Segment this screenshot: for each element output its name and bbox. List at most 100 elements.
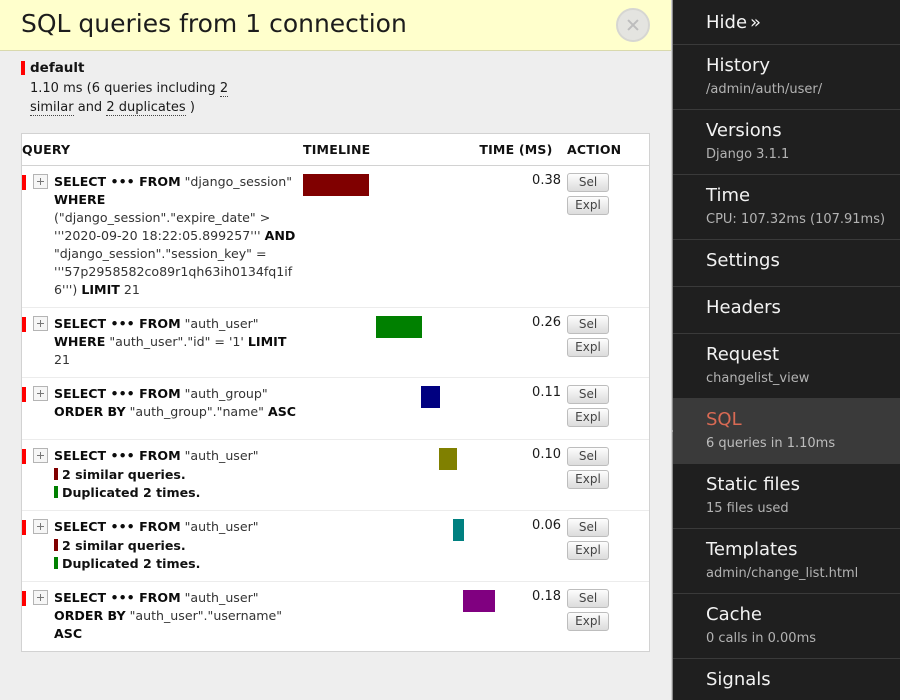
expand-query-icon[interactable] (33, 590, 48, 605)
toolbar-panel-static-files[interactable]: Static files15 files used (673, 464, 900, 529)
badge-label: Duplicated 2 times. (62, 485, 200, 500)
toolbar-panel-title: Headers (706, 296, 890, 320)
toolbar-panel-list: History/admin/auth/user/Versions Django 3… (673, 45, 900, 700)
toolbar-panel-subtitle: /admin/auth/user/ (706, 81, 890, 99)
query-color-marker (22, 520, 26, 535)
toolbar-panel-history[interactable]: History/admin/auth/user/ (673, 45, 900, 110)
expand-query-icon[interactable] (33, 174, 48, 189)
select-query-button[interactable]: Sel (567, 385, 609, 404)
query-color-marker (22, 317, 26, 332)
select-query-button[interactable]: Sel (567, 589, 609, 608)
select-query-button[interactable]: Sel (567, 315, 609, 334)
toolbar-panel-subtitle: CPU: 107.32ms (107.91ms) (706, 211, 890, 229)
sql-keyword: WHERE (54, 334, 105, 349)
query-badges: 2 similar queries. Duplicated 2 times. (54, 537, 297, 573)
toolbar-panel-time[interactable]: Time CPU: 107.32ms (107.91ms) (673, 175, 900, 240)
sql-keyword: ••• (106, 448, 139, 463)
query-time-value: 0.26 (479, 308, 567, 378)
toolbar-panel-title: Request (706, 343, 890, 367)
toolbar-panel-title: Versions (706, 119, 890, 143)
badge-label: 2 similar queries. (62, 538, 186, 553)
toolbar-panel-settings[interactable]: Settings (673, 240, 900, 287)
toolbar-panel-sql[interactable]: SQL6 queries in 1.10ms (673, 399, 900, 464)
explain-query-button[interactable]: Expl (567, 612, 609, 631)
query-sql-text: SELECT ••• FROM "auth_user" WHERE "auth_… (54, 315, 297, 369)
hide-toolbar-button[interactable]: Hide» (673, 0, 900, 45)
sql-fragment: "auth_group"."name" (126, 404, 268, 419)
sql-fragment: ("django_session"."expire_date" > '''202… (54, 210, 270, 243)
sql-fragment: "auth_user" (181, 590, 259, 605)
sql-fragment: "auth_user"."id" = '1' (105, 334, 248, 349)
timeline-bar (421, 386, 440, 408)
sql-keyword: SELECT (54, 519, 106, 534)
explain-query-button[interactable]: Expl (567, 196, 609, 215)
select-query-button[interactable]: Sel (567, 447, 609, 466)
table-row: SELECT ••• FROM "auth_user" ORDER BY "au… (22, 582, 649, 652)
similar-bar-icon (54, 539, 58, 551)
table-body: SELECT ••• FROM "django_session" WHERE (… (22, 166, 649, 652)
explain-query-button[interactable]: Expl (567, 470, 609, 489)
sql-keyword: ••• (106, 519, 139, 534)
expand-query-icon[interactable] (33, 519, 48, 534)
sql-panel-header: SQL queries from 1 connection (0, 0, 671, 51)
toolbar-panel-subtitle: changelist_view (706, 370, 890, 388)
page-title: SQL queries from 1 connection (21, 9, 407, 38)
toolbar-panel-subtitle: admin/change_list.html (706, 565, 890, 583)
sql-fragment: "auth_group" (181, 386, 268, 401)
connection-name: default (21, 60, 671, 77)
query-time-value: 0.11 (479, 378, 567, 440)
expand-query-icon[interactable] (33, 386, 48, 401)
sql-keyword: LIMIT (248, 334, 287, 349)
action-cell: Sel Expl (567, 308, 649, 378)
explain-query-button[interactable]: Expl (567, 541, 609, 560)
query-color-marker (22, 175, 26, 190)
sql-fragment: "auth_user"."username" (126, 608, 283, 623)
query-badges: 2 similar queries. Duplicated 2 times. (54, 466, 297, 502)
duplicate-queries-link[interactable]: 2 duplicates (106, 100, 185, 116)
sql-fragment: 21 (54, 352, 70, 367)
sql-keyword: ORDER BY (54, 608, 126, 623)
sql-keyword: AND (265, 228, 296, 243)
close-icon[interactable] (616, 8, 650, 42)
action-cell: Sel Expl (567, 582, 649, 652)
toolbar-panel-cache[interactable]: Cache0 calls in 0.00ms (673, 594, 900, 659)
toolbar-panel-title: Time (706, 184, 890, 208)
timeline-cell (303, 166, 479, 308)
timeline-bar (439, 448, 457, 470)
expand-query-icon[interactable] (33, 448, 48, 463)
sql-keyword: ••• (106, 316, 139, 331)
query-time-value: 0.38 (479, 166, 567, 308)
stats-middle: and (74, 100, 107, 115)
table-head: QUERY TIMELINE TIME (MS) ACTION (22, 134, 649, 166)
toolbar-panel-signals[interactable]: Signals (673, 659, 900, 700)
similar-bar-icon (54, 468, 58, 480)
toolbar-panel-request[interactable]: Request changelist_view (673, 334, 900, 399)
select-query-button[interactable]: Sel (567, 518, 609, 537)
sql-keyword: LIMIT (81, 282, 120, 297)
expand-query-icon[interactable] (33, 316, 48, 331)
toolbar-panel-subtitle: 15 files used (706, 500, 890, 518)
select-query-button[interactable]: Sel (567, 173, 609, 192)
sql-keyword: ASC (268, 404, 296, 419)
stats-prefix: 1.10 ms (6 queries including (30, 81, 220, 96)
table-row: SELECT ••• FROM "django_session" WHERE (… (22, 166, 649, 308)
timeline-bar (376, 316, 422, 338)
timeline-cell (303, 440, 479, 511)
explain-query-button[interactable]: Expl (567, 338, 609, 357)
toolbar-panel-versions[interactable]: Versions Django 3.1.1 (673, 110, 900, 175)
table-row: SELECT ••• FROM "auth_group" ORDER BY "a… (22, 378, 649, 440)
timeline-bar (453, 519, 464, 541)
toolbar-panel-headers[interactable]: Headers (673, 287, 900, 334)
explain-query-button[interactable]: Expl (567, 408, 609, 427)
table-header-row: QUERY TIMELINE TIME (MS) ACTION (22, 134, 649, 166)
toolbar-panel-subtitle: Django 3.1.1 (706, 146, 890, 164)
badge-label: 2 similar queries. (62, 467, 186, 482)
badge-label: Duplicated 2 times. (62, 556, 200, 571)
sql-keyword: SELECT (54, 174, 106, 189)
similar-queries-badge: 2 similar queries. (54, 538, 186, 553)
timeline-cell (303, 511, 479, 582)
stats-suffix: ) (186, 100, 195, 115)
toolbar-panel-title: Settings (706, 249, 890, 273)
toolbar-panel-templates[interactable]: Templatesadmin/change_list.html (673, 529, 900, 594)
similar-queries-badge: 2 similar queries. (54, 467, 186, 482)
